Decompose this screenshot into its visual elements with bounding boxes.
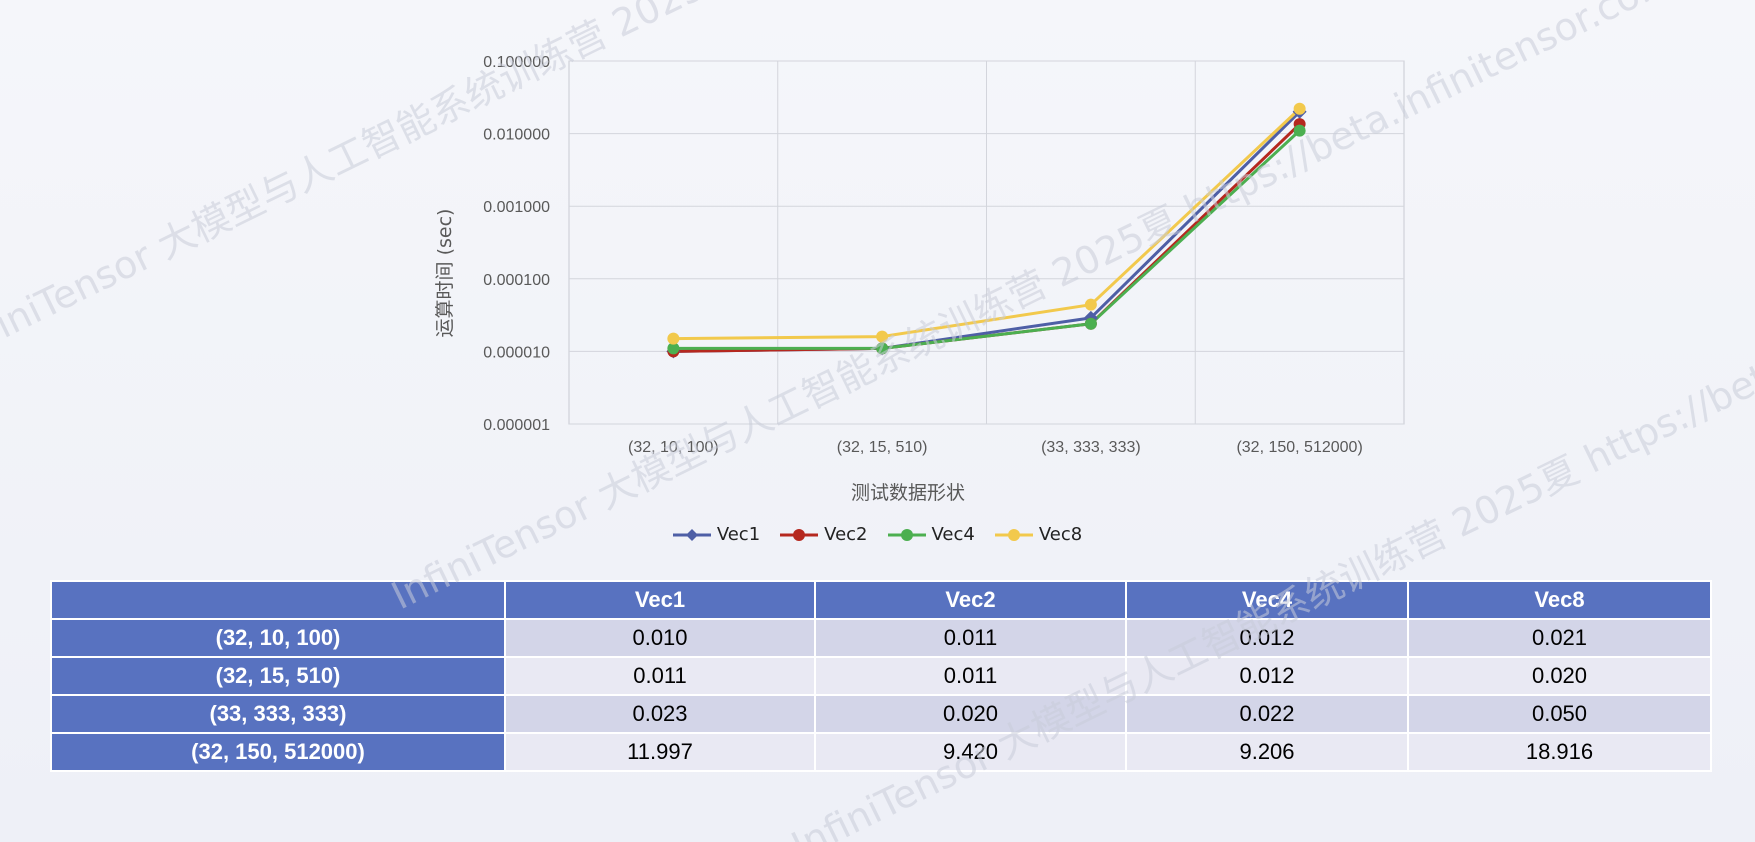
- data-point-vec8: [876, 330, 889, 343]
- data-point-vec4: [1084, 317, 1097, 330]
- table-header-row: Vec1 Vec2 Vec4 Vec8: [50, 580, 1712, 620]
- table-row: (32, 15, 510) 0.011 0.011 0.012 0.020: [50, 656, 1712, 696]
- legend-swatch: [994, 526, 1033, 544]
- legend-swatch: [672, 526, 711, 544]
- table-header-cell: Vec2: [814, 580, 1127, 620]
- table-cell: 0.022: [1125, 694, 1409, 734]
- table-row: (33, 333, 333) 0.023 0.020 0.022 0.050: [50, 694, 1712, 734]
- table-cell: 0.021: [1407, 618, 1712, 658]
- legend-item-vec1: Vec1: [672, 524, 761, 545]
- table-cell: 0.020: [1407, 656, 1712, 696]
- x-axis-title: 测试数据形状: [851, 482, 965, 504]
- data-point-vec8: [1084, 298, 1097, 311]
- data-table: Vec1 Vec2 Vec4 Vec8 (32, 10, 100) 0.010 …: [50, 580, 1712, 772]
- table-cell: 0.011: [814, 618, 1127, 658]
- y-tick-label: 0.000100: [483, 272, 550, 289]
- data-point-vec4: [1293, 124, 1306, 137]
- table-cell: 0.012: [1125, 656, 1409, 696]
- data-point-vec8: [667, 332, 680, 345]
- table-cell: 0.050: [1407, 694, 1712, 734]
- table-cell: 11.997: [504, 732, 816, 772]
- y-tick-label: 0.010000: [483, 127, 550, 144]
- table-cell: 0.011: [504, 656, 816, 696]
- legend-item-vec4: Vec4: [887, 524, 975, 545]
- y-tick-label: 0.100000: [483, 54, 550, 71]
- table-header-cell: Vec8: [1407, 580, 1712, 620]
- legend-label: Vec4: [931, 524, 975, 545]
- row-label: (32, 15, 510): [50, 656, 506, 696]
- table-row: (32, 150, 512000) 11.997 9.420 9.206 18.…: [50, 732, 1712, 772]
- table-cell: 0.012: [1125, 618, 1409, 658]
- y-tick-label: 0.000001: [483, 417, 550, 434]
- chart-legend: Vec1 Vec2 Vec4 Vec8: [0, 524, 1755, 545]
- table-header-cell: Vec1: [504, 580, 816, 620]
- table-cell: 9.420: [814, 732, 1127, 772]
- row-label: (32, 150, 512000): [50, 732, 506, 772]
- x-tick-label: (32, 10, 100): [628, 439, 719, 456]
- legend-item-vec8: Vec8: [994, 524, 1083, 545]
- table-header-corner: [50, 580, 506, 620]
- table-row: (32, 10, 100) 0.010 0.011 0.012 0.021: [50, 618, 1712, 658]
- legend-label: Vec8: [1038, 524, 1083, 545]
- x-tick-label: (32, 15, 510): [837, 439, 928, 456]
- row-label: (32, 10, 100): [50, 618, 506, 658]
- table-cell: 0.023: [504, 694, 816, 734]
- y-tick-label: 0.001000: [483, 199, 550, 216]
- x-tick-label: (32, 150, 512000): [1236, 439, 1362, 456]
- data-point-vec4: [876, 342, 889, 355]
- axis-labels: 0.000001 0.000010 0.000100 0.001000 0.010000…: [483, 54, 1363, 456]
- table-header-cell: Vec4: [1125, 580, 1409, 620]
- row-label: (33, 333, 333): [50, 694, 506, 734]
- legend-swatch: [780, 526, 819, 544]
- legend-label: Vec2: [824, 524, 868, 545]
- x-tick-label: (33, 333, 333): [1041, 439, 1141, 456]
- data-point-vec8: [1293, 102, 1306, 115]
- table-cell: 0.020: [814, 694, 1127, 734]
- legend-swatch: [887, 526, 926, 544]
- legend-item-vec2: Vec2: [780, 524, 868, 545]
- y-tick-label: 0.000010: [483, 344, 550, 361]
- table-cell: 0.011: [814, 656, 1127, 696]
- table-cell: 18.916: [1407, 732, 1712, 772]
- line-chart: 0.000001 0.000010 0.000100 0.001000 0.010000…: [434, 54, 1405, 504]
- table-cell: 0.010: [504, 618, 816, 658]
- table-cell: 9.206: [1125, 732, 1409, 772]
- chart-grid: [568, 60, 1405, 425]
- y-axis-title: 运算时间 (sec): [434, 209, 456, 338]
- legend-label: Vec1: [716, 524, 761, 545]
